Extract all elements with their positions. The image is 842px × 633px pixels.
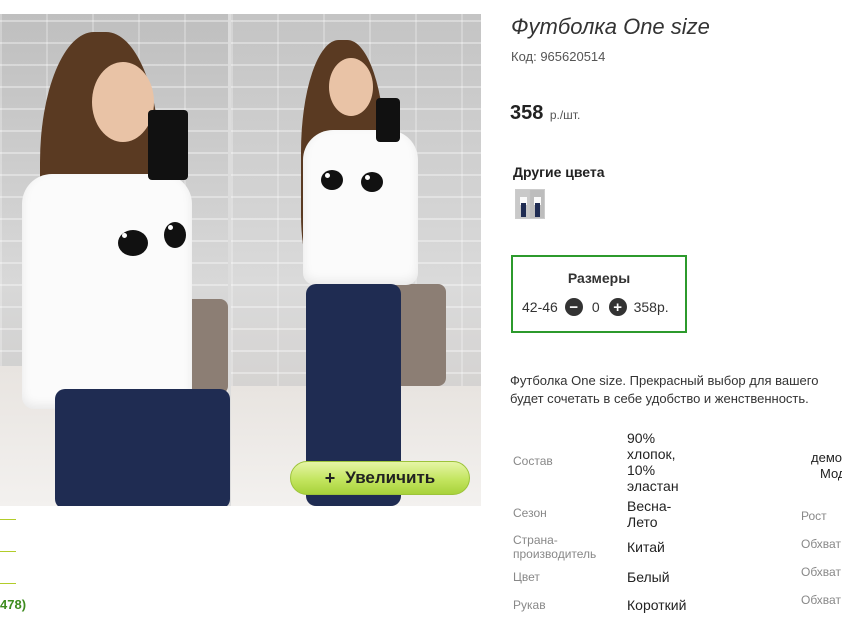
phone: [148, 110, 188, 180]
sizes-box: Размеры 42-46 − 0 + 358р.: [511, 255, 687, 333]
spec-label-composition: Состав: [513, 454, 553, 468]
other-colors-title: Другие цвета: [513, 164, 605, 180]
photo-front-view: [0, 14, 230, 506]
zoom-button-label: Увеличить: [345, 468, 436, 487]
description-line: будет сочетать в себе удобство и женстве…: [510, 391, 809, 406]
cat-eye-right: [164, 222, 186, 248]
size-row: 42-46 − 0 + 358р.: [522, 298, 669, 316]
left-strip-mark: [0, 519, 16, 520]
quantity-value[interactable]: 0: [592, 299, 600, 315]
size-price: 358р.: [633, 299, 669, 315]
plus-icon[interactable]: +: [608, 298, 627, 316]
extra-spec-model: Мод: [820, 466, 842, 481]
sizes-title: Размеры: [567, 270, 631, 286]
extra-spec-girth: Обхват: [801, 593, 841, 607]
tshirt: [22, 174, 192, 409]
extra-spec-demo: демо: [811, 450, 842, 465]
spec-value-country: Китай: [627, 539, 665, 555]
minus-icon[interactable]: −: [564, 298, 583, 316]
spec-value-color: Белый: [627, 569, 670, 585]
extra-spec-height: Рост: [801, 509, 827, 523]
extra-spec-girth: Обхват: [801, 565, 841, 579]
cat-eye-right: [361, 172, 383, 192]
phone: [376, 98, 400, 142]
left-strip-mark: [0, 583, 16, 584]
cat-eye-left: [118, 230, 148, 256]
cat-eye-left: [321, 170, 343, 190]
spec-label-color: Цвет: [513, 570, 540, 584]
face: [92, 62, 154, 142]
color-swatch-thumbnail[interactable]: [515, 189, 545, 219]
size-label: 42-46: [522, 299, 558, 315]
price-value: 358: [510, 102, 544, 124]
product-price: 358 р./шт.: [510, 102, 580, 125]
zoom-button[interactable]: + Увеличить: [290, 461, 470, 495]
spec-value-season: Весна-Лето: [627, 498, 672, 530]
extra-spec-girth: Обхват: [801, 537, 841, 551]
left-strip-mark: [0, 551, 16, 552]
product-photo[interactable]: + Увеличить: [0, 14, 481, 506]
jeans: [55, 389, 230, 506]
spec-label-season: Сезон: [513, 506, 547, 520]
face: [329, 58, 373, 116]
spec-value-composition: 90% хлопок, 10% эластан: [627, 430, 679, 494]
product-code: Код: 965620514: [511, 49, 606, 64]
description-line: Футболка One size. Прекрасный выбор для …: [510, 373, 819, 388]
price-unit: р./шт.: [549, 108, 581, 122]
photo-full-view: [231, 14, 481, 506]
left-strip-count[interactable]: 478): [0, 597, 26, 612]
spec-value-sleeve: Короткий: [627, 597, 687, 613]
plus-icon: +: [324, 467, 336, 488]
spec-label-country: Страна-производитель: [513, 533, 597, 561]
spec-label-sleeve: Рукав: [513, 598, 546, 612]
product-title: Футболка One size: [511, 14, 710, 39]
tshirt: [303, 130, 418, 285]
product-description: Футболка One size. Прекрасный выбор для …: [510, 372, 842, 408]
